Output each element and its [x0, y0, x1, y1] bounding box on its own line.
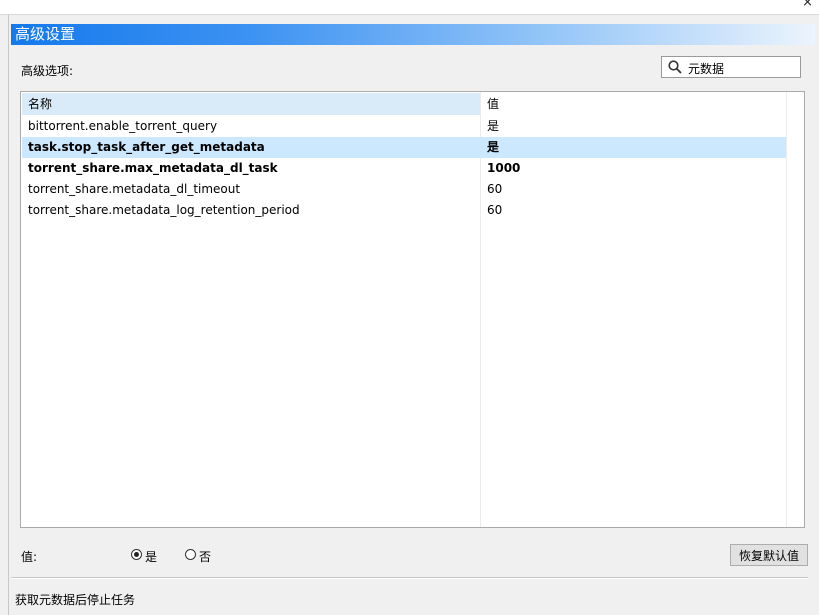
advanced-options-label: 高级选项:	[21, 64, 74, 78]
scrollbar-track[interactable]	[786, 92, 787, 527]
bottom-divider-highlight	[11, 578, 808, 579]
table-row[interactable]: torrent_share.max_metadata_dl_task 1000	[22, 158, 786, 179]
row-value: 60	[487, 203, 503, 217]
row-value: 是	[487, 119, 500, 133]
radio-checked-icon	[131, 549, 142, 560]
settings-table: 名称 值 bittorrent.enable_torrent_query 是 t…	[20, 91, 805, 528]
search-value: 元数据	[688, 62, 725, 76]
panel-title: 高级设置	[11, 24, 815, 45]
radio-yes-label: 是	[145, 550, 158, 564]
row-name: task.stop_task_after_get_metadata	[28, 140, 265, 154]
value-label: 值:	[21, 550, 38, 564]
radio-no-label: 否	[199, 550, 212, 564]
row-value: 60	[487, 182, 503, 196]
row-name: torrent_share.max_metadata_dl_task	[28, 161, 278, 175]
row-value: 1000	[487, 161, 521, 175]
close-icon[interactable]: ×	[802, 0, 813, 10]
table-row[interactable]: torrent_share.metadata_log_retention_per…	[22, 200, 786, 221]
column-header-name[interactable]: 名称	[22, 93, 480, 115]
search-input[interactable]: 元数据	[661, 56, 801, 78]
window-top-bar	[0, 0, 819, 14]
table-row-selected[interactable]: task.stop_task_after_get_metadata 是	[22, 137, 786, 158]
row-name: bittorrent.enable_torrent_query	[28, 119, 218, 133]
left-sidebar-edge	[0, 15, 9, 615]
reset-default-button[interactable]: 恢复默认值	[730, 544, 808, 566]
table-row[interactable]: bittorrent.enable_torrent_query 是	[22, 116, 786, 137]
advanced-settings-panel: 高级设置 高级选项: 元数据 名称 值 bittorrent.enable_to…	[9, 15, 819, 615]
row-name: torrent_share.metadata_dl_timeout	[28, 182, 241, 196]
radio-unchecked-icon	[185, 549, 196, 560]
table-row[interactable]: torrent_share.metadata_dl_timeout 60	[22, 179, 786, 200]
search-icon	[668, 60, 682, 74]
setting-description: 获取元数据后停止任务	[15, 593, 136, 607]
row-name: torrent_share.metadata_log_retention_per…	[28, 203, 300, 217]
table-header: 名称 值	[22, 93, 786, 115]
row-value: 是	[487, 140, 500, 154]
column-header-value[interactable]: 值	[481, 93, 786, 115]
